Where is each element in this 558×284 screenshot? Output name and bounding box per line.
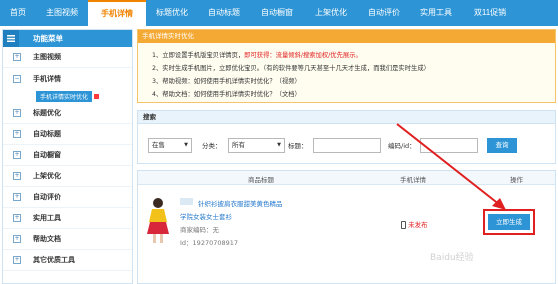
sidebar-item-auto-title[interactable]: + 自动标题 (3, 124, 132, 145)
category-select[interactable]: 所有 ▼ (228, 138, 285, 153)
sidebar-item-label: 主图视频 (33, 53, 61, 61)
product-subtitle: 学院女装女士套衫 (180, 213, 232, 221)
mobile-status-text: 未发布 (408, 221, 428, 229)
query-button[interactable]: 查询 (487, 138, 517, 153)
search-panel: 搜索 在售 ▼ 分类： 所有 ▼ 标题： 编码/id： 查询 (137, 110, 556, 164)
product-thumbnail (143, 194, 173, 245)
chevron-down-icon: ▼ (277, 142, 281, 148)
sidebar-item-help-docs[interactable]: + 帮助文档 (3, 229, 132, 250)
phone-icon (401, 221, 406, 229)
nav-main-video[interactable]: 主图视频 (36, 0, 88, 26)
help-video-link[interactable]: 3、帮助视频：如何使用手机详情实时优化？（视频） (152, 76, 301, 85)
sidebar: 功能菜单 + 主图视频 − 手机详情 手机详情实时优化 + 标题优化 + 自动标题 + 自… (2, 29, 133, 284)
nav-mobile-detail[interactable]: 手机详情 (88, 0, 146, 26)
hot-badge-icon (94, 93, 100, 99)
sidebar-subitem-mobile-realtime[interactable]: 手机详情实时优化 (3, 89, 132, 103)
sidebar-item-other-tools[interactable]: + 其它优质工具 (3, 250, 132, 271)
col-action: 操作 (510, 176, 523, 184)
sidebar-item-label: 自动标题 (33, 130, 61, 138)
sidebar-item-label: 自动橱窗 (33, 151, 61, 159)
product-table: 商品标题 手机详情 操作 针织衫披肩衣服甜美黄色精品 学院女装女士套衫 商家编码… (137, 170, 556, 284)
sidebar-header-label: 功能菜单 (33, 34, 63, 43)
sidebar-item-auto-review[interactable]: + 自动评价 (3, 187, 132, 208)
notice-panel: 手机详情实时优化 1、立即设置手机版宝贝详情页，即可获得：流量倾斜/搜索加权/优… (137, 29, 556, 103)
status-select-value: 在售 (152, 141, 165, 149)
col-mobile-detail: 手机详情 (400, 176, 426, 184)
merchant-code: 商家编码：无 (180, 226, 219, 234)
watermark: Baidu经验 (430, 253, 474, 263)
sidebar-header: 功能菜单 (3, 30, 132, 47)
expand-icon: + (13, 193, 21, 201)
sidebar-item-title-optimize[interactable]: + 标题优化 (3, 103, 132, 124)
expand-icon: + (13, 235, 21, 243)
nav-auto-review[interactable]: 自动评价 (358, 0, 410, 26)
notice-line-1-text: 1、立即设置手机版宝贝详情页， (152, 52, 245, 59)
top-nav: 首页 主图视频 手机详情 标题优化 自动标题 自动橱窗 上架优化 自动评价 实用… (0, 0, 558, 26)
code-label: 编码/id： (388, 142, 416, 150)
sidebar-item-main-video[interactable]: + 主图视频 (3, 47, 132, 68)
nav-title-optimize[interactable]: 标题优化 (146, 0, 198, 26)
expand-icon: + (13, 151, 21, 159)
sidebar-item-label: 其它优质工具 (33, 256, 75, 264)
code-input[interactable] (420, 138, 478, 153)
product-title-link[interactable]: 针织衫披肩衣服甜美黄色精品 (198, 198, 283, 208)
sidebar-item-label: 帮助文档 (33, 235, 61, 243)
title-input[interactable] (313, 138, 381, 153)
sidebar-item-label: 标题优化 (33, 109, 61, 117)
search-title: 搜索 (138, 111, 555, 124)
sidebar-item-label: 手机详情 (33, 74, 61, 83)
sidebar-item-tools[interactable]: + 实用工具 (3, 208, 132, 229)
expand-icon: − (13, 74, 21, 83)
sidebar-item-listing-optimize[interactable]: + 上架优化 (3, 166, 132, 187)
blurred-text (180, 198, 193, 205)
title-label: 标题： (288, 142, 308, 150)
status-select[interactable]: 在售 ▼ (148, 138, 192, 153)
category-select-value: 所有 (232, 141, 245, 149)
expand-icon: + (13, 172, 21, 180)
sidebar-subitem-label: 手机详情实时优化 (36, 90, 93, 102)
chevron-down-icon: ▼ (184, 142, 188, 148)
sidebar-item-auto-window[interactable]: + 自动橱窗 (3, 145, 132, 166)
nav-listing-optimize[interactable]: 上架优化 (304, 0, 358, 26)
sidebar-item-label: 上架优化 (33, 172, 61, 180)
menu-icon (3, 30, 19, 47)
expand-icon: + (13, 256, 21, 264)
notice-line-1-highlight: 即可获得：流量倾斜/搜索加权/优先展示。 (244, 52, 362, 59)
help-doc-link[interactable]: 4、帮助文档：如何使用手机详情实时优化？（文档） (152, 89, 301, 98)
sidebar-item-label: 自动评价 (33, 193, 61, 201)
notice-title: 手机详情实时优化 (138, 30, 555, 43)
expand-icon: + (13, 109, 21, 117)
expand-icon: + (13, 214, 21, 222)
nav-tools[interactable]: 实用工具 (410, 0, 462, 26)
mobile-status: 未发布 (401, 219, 428, 229)
nav-home[interactable]: 首页 (0, 0, 36, 26)
expand-icon: + (13, 53, 21, 61)
product-id: Id：19270708917 (180, 239, 239, 247)
category-label: 分类： (202, 142, 222, 150)
expand-icon: + (13, 130, 21, 138)
generate-now-button[interactable]: 立即生成 (488, 214, 530, 230)
col-product-title: 商品标题 (248, 176, 274, 184)
notice-line-1: 1、立即设置手机版宝贝详情页，即可获得：流量倾斜/搜索加权/优先展示。 (152, 50, 362, 59)
sidebar-item-label: 实用工具 (33, 214, 61, 222)
nav-double11[interactable]: 双11促销 (462, 0, 518, 26)
nav-auto-window[interactable]: 自动橱窗 (250, 0, 304, 26)
table-header: 商品标题 手机详情 操作 (138, 171, 555, 185)
nav-auto-title[interactable]: 自动标题 (198, 0, 250, 26)
sidebar-item-mobile-detail[interactable]: − 手机详情 (3, 68, 132, 89)
notice-line-2: 2、实时生成手机图片，立即优化宝贝。（有的软件要等几天甚至十几天才生成，而我们是… (152, 65, 430, 72)
